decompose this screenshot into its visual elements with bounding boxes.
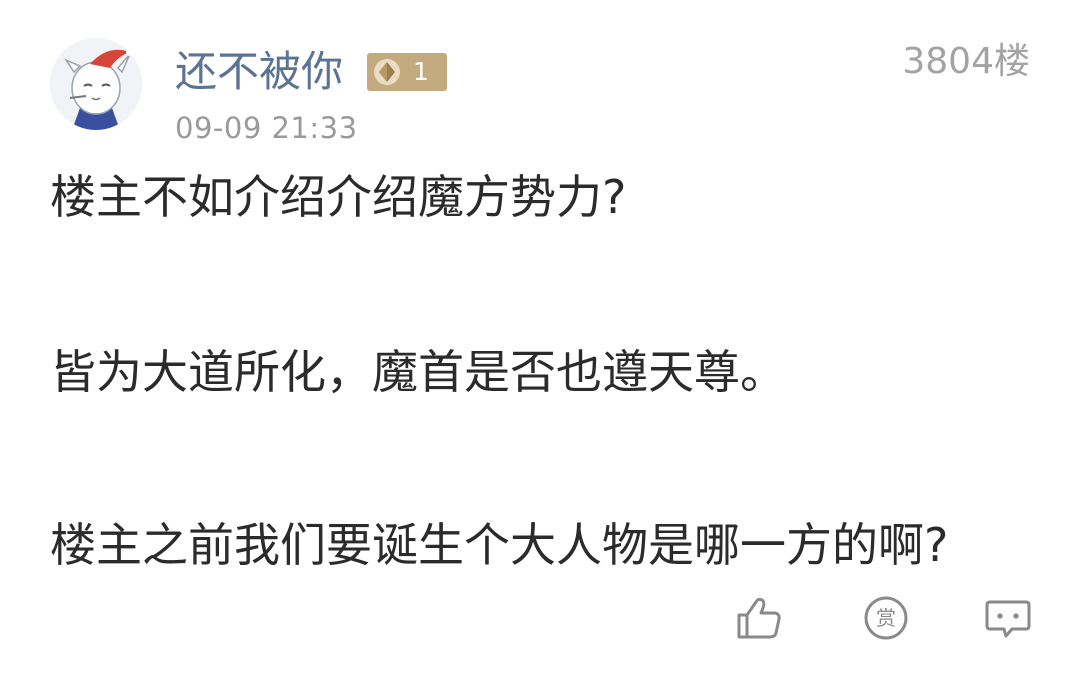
diamond-icon: [374, 59, 400, 85]
like-button[interactable]: [735, 594, 783, 642]
post-content-line: 楼主不如介绍介绍魔方势力?: [50, 170, 627, 224]
post-content-line: 楼主之前我们要诞生个大人物是哪一方的啊?: [50, 518, 949, 572]
reply-button[interactable]: [984, 594, 1032, 642]
reward-glyph: 赏: [876, 606, 896, 630]
level-badge[interactable]: 1: [367, 53, 447, 91]
avatar[interactable]: [50, 38, 142, 130]
avatar-image: [50, 38, 142, 130]
reward-icon: 赏: [864, 596, 908, 640]
floor-number: 3804楼: [902, 41, 1030, 82]
thumbs-up-icon: [737, 597, 781, 639]
username[interactable]: 还不被你: [175, 44, 343, 100]
comment-icon: [985, 600, 1031, 638]
reward-button[interactable]: 赏: [862, 594, 910, 642]
post-timestamp: 09-09 21:33: [175, 111, 358, 145]
post-content-line: 皆为大道所化，魔首是否也遵天尊。: [50, 345, 786, 399]
level-number: 1: [413, 57, 429, 86]
